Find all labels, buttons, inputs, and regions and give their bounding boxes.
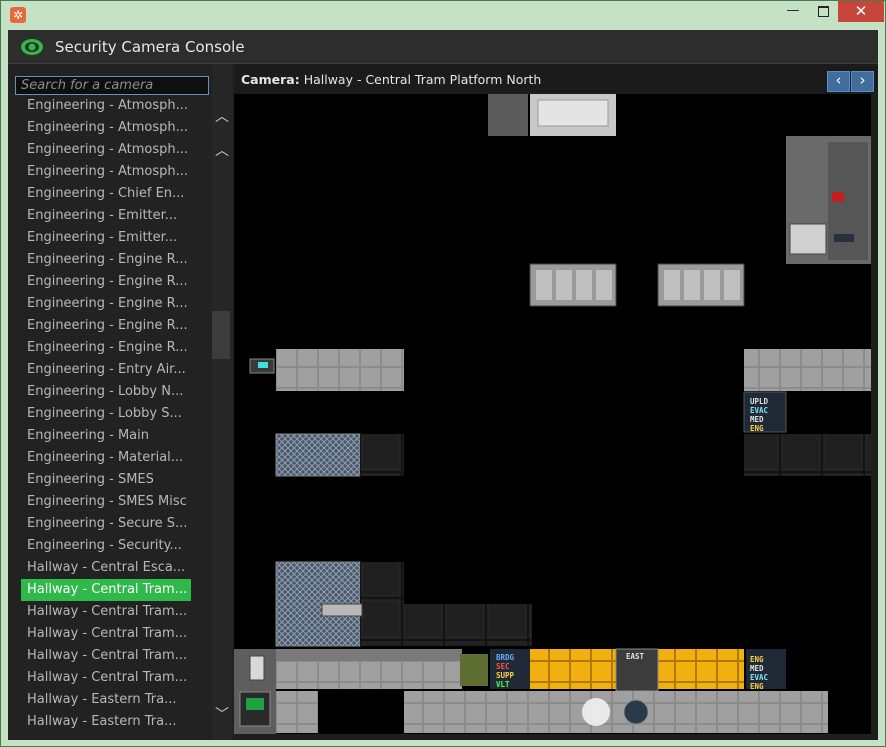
sign-text-evac: EVAC <box>750 406 768 415</box>
floor-tiles <box>276 349 404 391</box>
camera-list-item[interactable]: Engineering - Entry Air... <box>21 359 191 381</box>
camera-list-item[interactable]: Engineering - SMES Misc <box>21 491 191 513</box>
camera-list-item[interactable]: Engineering - Main <box>21 425 191 447</box>
camera-list-item[interactable]: Engineering - Atmosph... <box>21 161 191 183</box>
camera-title: Camera: Hallway - Central Tram Platform … <box>241 72 541 87</box>
window: ✲ — ✕ Security Camera Console Engineerin… <box>0 0 886 747</box>
camera-sidebar: Engineering - Atmosph...Engineering - At… <box>8 64 234 740</box>
camera-list-item[interactable]: Engineering - Atmosph... <box>21 117 191 139</box>
prev-camera-button[interactable]: ‹ <box>827 71 850 92</box>
sign-text-supp: SUPP <box>496 671 515 680</box>
camera-list-item[interactable]: Engineering - Engine R... <box>21 337 191 359</box>
sign-text-evac-2: EVAC <box>750 673 768 682</box>
camera-list-item[interactable]: Hallway - Eastern Tra... <box>21 689 191 711</box>
camera-list: Engineering - Atmosph... Engineering - At… <box>21 95 191 735</box>
camera-feed-map: BRDG SEC SUPP VLT EAST UPLD EVAC MED ENG… <box>234 94 871 734</box>
scroll-thumb[interactable] <box>212 311 230 359</box>
camera-view[interactable]: BRDG SEC SUPP VLT EAST UPLD EVAC MED ENG… <box>234 94 871 734</box>
sign-text-eng-3: ENG <box>750 682 764 691</box>
wall-block <box>488 94 528 136</box>
camera-list-item[interactable]: Engineering - Engine R... <box>21 271 191 293</box>
sign-text-med-2: MED <box>750 664 764 673</box>
console-header: Security Camera Console <box>8 30 878 64</box>
sign-text-med: MED <box>750 415 764 424</box>
camera-list-item[interactable]: Engineering - Security... <box>21 535 191 557</box>
app-logo-icon: ✲ <box>10 7 26 23</box>
camera-header: Camera: Hallway - Central Tram Platform … <box>234 64 878 93</box>
sign-text-upld: UPLD <box>750 397 769 406</box>
camera-list-item[interactable]: Engineering - Lobby N... <box>21 381 191 403</box>
camera-list-item[interactable]: Engineering - Lobby S... <box>21 403 191 425</box>
camera-list-item[interactable]: Engineering - Atmosph... <box>21 95 191 117</box>
coffee-machine <box>460 654 488 686</box>
next-camera-button[interactable]: › <box>851 71 874 92</box>
floor-tiles-right <box>744 349 871 391</box>
camera-list-item[interactable]: Hallway - Central Tram... <box>21 623 191 645</box>
scroll-up-icon[interactable]: ︿ <box>212 106 232 126</box>
maintenance-grate <box>275 433 361 477</box>
camera-list-item[interactable]: Engineering - Atmosph... <box>21 139 191 161</box>
sign-text-eng-2: ENG <box>750 655 764 664</box>
minimize-button[interactable]: — <box>778 1 808 22</box>
eye-icon <box>21 39 43 55</box>
door-group-left <box>529 263 617 307</box>
sign-text-brdg: BRDG <box>496 653 515 662</box>
camera-list-item[interactable]: Hallway - Eastern Tra... <box>21 711 191 733</box>
sign-text-eng: ENG <box>750 424 764 433</box>
camera-list-item[interactable]: Hallway - Central Tram... <box>21 579 191 601</box>
door-group-right <box>657 263 745 307</box>
camera-list-item[interactable]: Engineering - Secure S... <box>21 513 191 535</box>
tram-platform-stripe <box>530 649 616 689</box>
maximize-icon <box>817 6 829 17</box>
console-panel: Security Camera Console Engineering - At… <box>8 30 878 740</box>
scroll-up-inner-icon[interactable]: ︿ <box>212 140 232 160</box>
camera-list-item[interactable]: Engineering - Engine R... <box>21 249 191 271</box>
camera-list-item[interactable]: Engineering - Chief En... <box>21 183 191 205</box>
camera-search-input[interactable] <box>15 76 209 95</box>
camera-list-item[interactable]: Hallway - Central Tram... <box>21 645 191 667</box>
console-title: Security Camera Console <box>55 38 245 56</box>
camera-list-item[interactable]: Hallway - Central Tram... <box>21 667 191 689</box>
camera-list-item[interactable]: Engineering - SMES <box>21 469 191 491</box>
maximize-button[interactable] <box>808 1 838 22</box>
camera-list-item[interactable]: Engineering - Engine R... <box>21 315 191 337</box>
sign-text-vlt: VLT <box>496 680 510 689</box>
camera-list-scrollbar[interactable]: ︿ ︿ ﹀ <box>212 64 232 740</box>
camera-label: Camera: <box>241 72 300 87</box>
sign-text-sec: SEC <box>496 662 510 671</box>
camera-list-item[interactable]: Hallway - Central Tram... <box>21 601 191 623</box>
scroll-down-icon[interactable]: ﹀ <box>212 704 232 724</box>
close-button[interactable]: ✕ <box>838 1 884 22</box>
camera-list-item[interactable]: Engineering - Emitter... <box>21 227 191 249</box>
sign-text-east: EAST <box>626 652 645 661</box>
title-bar[interactable]: ✲ — ✕ <box>1 1 885 29</box>
camera-list-item[interactable]: Engineering - Emitter... <box>21 205 191 227</box>
camera-name: Hallway - Central Tram Platform North <box>303 72 542 87</box>
camera-list-item[interactable]: Hallway - Central Esca... <box>21 557 191 579</box>
camera-list-item[interactable]: Engineering - Material... <box>21 447 191 469</box>
camera-list-item[interactable]: Engineering - Engine R... <box>21 293 191 315</box>
